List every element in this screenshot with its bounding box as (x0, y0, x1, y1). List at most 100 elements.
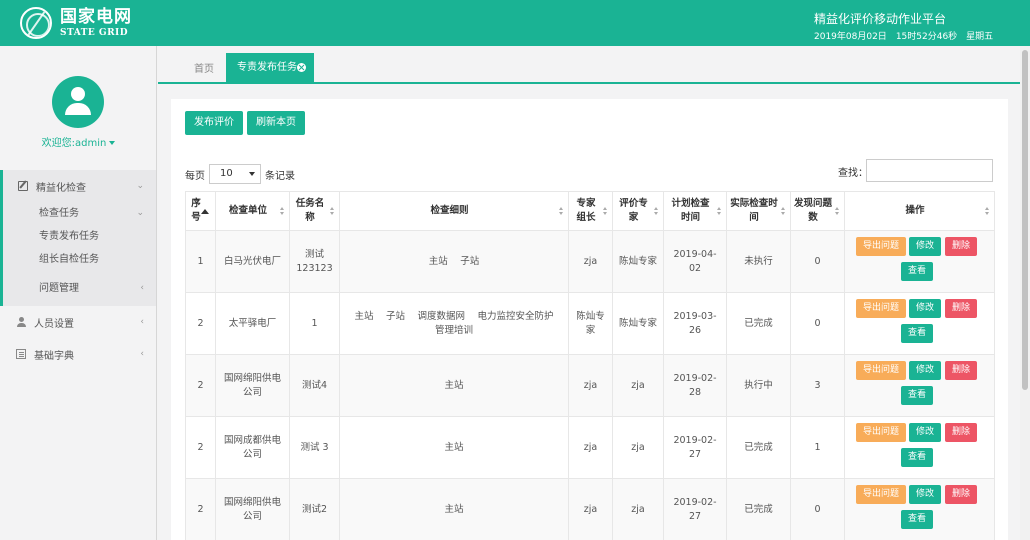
sidebar-item-expert-publish[interactable]: 专责发布任务 (3, 225, 156, 248)
user-menu-toggle[interactable]: 欢迎您:admin (0, 134, 157, 149)
column-header-label: 实际检查时间 (730, 198, 778, 223)
page-length-value: 10 (220, 168, 233, 179)
sort-icon (280, 207, 285, 216)
page-length-select[interactable]: 10 (209, 164, 261, 184)
content-panel: 发布评价 刷新本页 每页 10 条记录 查找： 序号 检查单位 任务名称 检查细… (171, 99, 1008, 540)
edit-button[interactable]: 修改 (909, 423, 941, 442)
list-icon (16, 349, 26, 359)
edit-button[interactable]: 修改 (909, 237, 941, 256)
view-button[interactable]: 查看 (901, 448, 933, 467)
view-button[interactable]: 查看 (901, 510, 933, 529)
cell-task: 测试 3 (289, 416, 340, 479)
edit-button[interactable]: 修改 (909, 299, 941, 318)
delete-button[interactable]: 删除 (945, 237, 977, 256)
delete-button[interactable]: 删除 (945, 423, 977, 442)
avatar[interactable] (52, 76, 104, 128)
logo-cn-text: 国家电网 (60, 6, 132, 27)
cell-expert: 陈灿专家 (612, 230, 664, 293)
column-header-leader[interactable]: 专家组长 (568, 191, 613, 231)
cell-issues: 0 (790, 292, 845, 355)
cell-leader: zja (568, 230, 613, 293)
column-header-actions[interactable]: 操作 (844, 191, 995, 231)
sort-icon (654, 207, 659, 216)
search-input[interactable] (866, 159, 993, 182)
edit-button[interactable]: 修改 (909, 485, 941, 504)
cell-no: 2 (185, 478, 216, 540)
column-header-no[interactable]: 序号 (185, 191, 216, 231)
edit-button[interactable]: 修改 (909, 361, 941, 380)
sidebar-item-issue-mgmt[interactable]: 问题管理 ‹ (3, 277, 156, 300)
column-header-label: 检查单位 (228, 205, 267, 216)
sidebar-item-basic-dict[interactable]: 基础字典 ‹ (0, 338, 156, 370)
delete-button[interactable]: 删除 (945, 485, 977, 504)
page-scrollbar-thumb[interactable] (1022, 50, 1028, 390)
chevron-down-icon: ⌄ (136, 208, 144, 218)
cell-unit: 太平驿电厂 (215, 292, 290, 355)
sidebar-item-leader-selfcheck[interactable]: 组长自检任务 (3, 248, 156, 271)
current-time: 15时52分46秒 (895, 32, 958, 42)
caret-down-icon (249, 172, 255, 176)
tab-expert-publish[interactable]: 专责发布任务 (226, 53, 314, 82)
tab-home[interactable]: 首页 (194, 60, 214, 75)
column-header-label: 任务名称 (295, 198, 325, 223)
column-header-task[interactable]: 任务名称 (289, 191, 340, 231)
chevron-down-icon: ⌄ (136, 181, 144, 191)
column-header-label: 检查细则 (430, 205, 469, 216)
close-icon[interactable] (297, 63, 306, 72)
cell-task: 1 (289, 292, 340, 355)
cell-task: 测试4 (289, 354, 340, 417)
per-page-suffix: 条记录 (265, 170, 295, 182)
cell-no: 2 (185, 354, 216, 417)
column-header-detail[interactable]: 检查细则 (339, 191, 569, 231)
current-datetime: 2019年08月02日 15时52分46秒 星期五 (814, 29, 1002, 42)
sidebar-item-label: 问题管理 (39, 283, 79, 294)
cell-actual-time: 执行中 (726, 354, 791, 417)
cell-plan-time: 2019-02-28 (663, 354, 727, 417)
export-issues-button[interactable]: 导出问题 (856, 485, 906, 504)
sidebar-item-check-task[interactable]: 检查任务 ⌄ (3, 202, 156, 225)
column-header-actual-time[interactable]: 实际检查时间 (726, 191, 791, 231)
cell-actual-time: 已完成 (726, 416, 791, 479)
export-issues-button[interactable]: 导出问题 (856, 237, 906, 256)
chevron-left-icon: ‹ (140, 349, 144, 359)
cell-task: 测试123123 (289, 230, 340, 293)
column-header-plan-time[interactable]: 计划检查时间 (663, 191, 727, 231)
export-issues-button[interactable]: 导出问题 (856, 299, 906, 318)
sidebar-item-user-settings[interactable]: 人员设置 ‹ (0, 306, 156, 338)
column-header-unit[interactable]: 检查单位 (215, 191, 290, 231)
sort-icon (330, 207, 335, 216)
cell-actual-time: 未执行 (726, 230, 791, 293)
cell-issues: 0 (790, 478, 845, 540)
view-button[interactable]: 查看 (901, 386, 933, 405)
refresh-page-button[interactable]: 刷新本页 (247, 111, 305, 135)
sidebar-item-label: 基础字典 (34, 350, 74, 362)
cell-detail: 主站 (339, 416, 569, 479)
cell-detail: 主站 (339, 478, 569, 540)
column-header-expert[interactable]: 评价专家 (612, 191, 664, 231)
current-date: 2019年08月02日 (814, 32, 887, 42)
cell-actions: 导出问题 修改 删除 查看 (844, 416, 995, 479)
sort-icon (985, 207, 990, 216)
cell-expert: zja (612, 478, 664, 540)
sidebar-item-lean-check[interactable]: 精益化检查 ⌄ (3, 170, 156, 202)
logo-en-text: STATE GRID (60, 27, 129, 38)
table-row: 2 国网绵阳供电公司 测试2 主站 zja zja 2019-02-27 已完成… (185, 478, 995, 540)
delete-button[interactable]: 删除 (945, 361, 977, 380)
cell-expert: zja (612, 354, 664, 417)
cell-no: 1 (185, 230, 216, 293)
cell-plan-time: 2019-04-02 (663, 230, 727, 293)
welcome-text: 欢迎您:admin (41, 138, 107, 149)
export-issues-button[interactable]: 导出问题 (856, 361, 906, 380)
cell-no: 2 (185, 416, 216, 479)
column-header-issues[interactable]: 发现问题数 (790, 191, 845, 231)
search-label: 查找： (838, 168, 868, 179)
menu-group-lean-check: 精益化检查 ⌄ 检查任务 ⌄ 专责发布任务 组长自检任务 问题管理 ‹ (0, 170, 156, 306)
view-button[interactable]: 查看 (901, 262, 933, 281)
delete-button[interactable]: 删除 (945, 299, 977, 318)
cell-actual-time: 已完成 (726, 292, 791, 355)
cell-no: 2 (185, 292, 216, 355)
export-issues-button[interactable]: 导出问题 (856, 423, 906, 442)
publish-evaluation-button[interactable]: 发布评价 (185, 111, 243, 135)
view-button[interactable]: 查看 (901, 324, 933, 343)
sort-icon (603, 207, 608, 216)
